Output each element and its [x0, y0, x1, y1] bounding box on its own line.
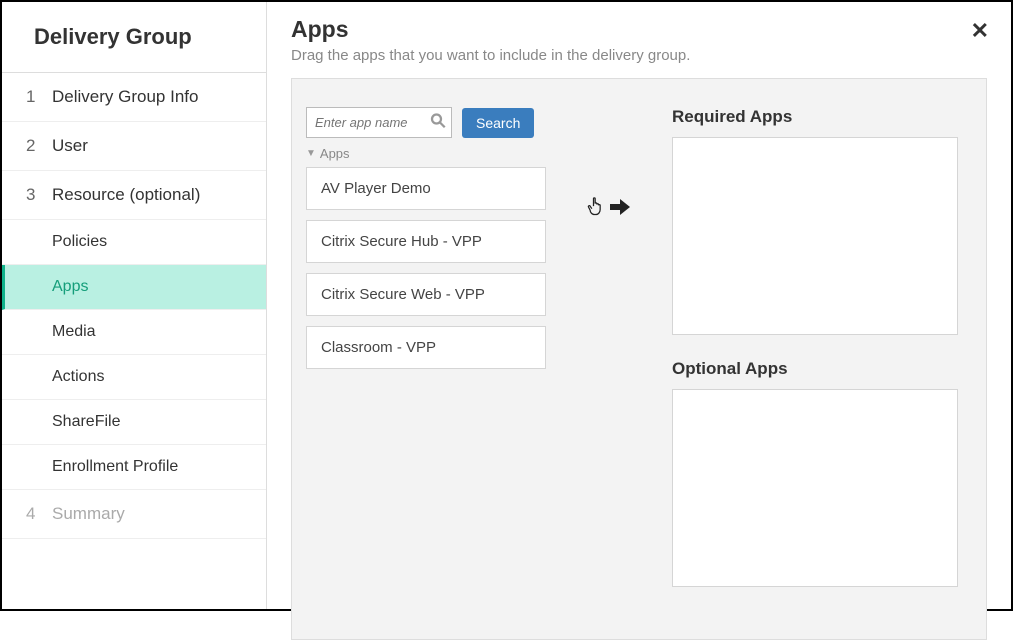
sidebar-step-delivery-group-info[interactable]: 1 Delivery Group Info — [2, 73, 266, 122]
target-apps-col: Required Apps Optional Apps — [672, 107, 958, 611]
drag-indicator-col — [584, 107, 634, 611]
page-subtitle: Drag the apps that you want to include i… — [291, 47, 987, 64]
main-panel: ✕ Apps Drag the apps that you want to in… — [267, 2, 1011, 609]
search-button[interactable]: Search — [462, 108, 534, 138]
optional-apps-title: Optional Apps — [672, 359, 958, 379]
optional-apps-dropzone[interactable] — [672, 389, 958, 587]
step-label: Summary — [52, 504, 125, 524]
arrow-right-icon — [608, 198, 632, 216]
close-button[interactable]: ✕ — [971, 20, 989, 42]
app-item[interactable]: Classroom - VPP — [306, 326, 546, 369]
sidebar-title: Delivery Group — [2, 2, 266, 73]
step-number: 1 — [26, 87, 42, 107]
sidebar-item-policies[interactable]: Policies — [2, 220, 266, 265]
search-row: Search — [306, 107, 546, 138]
required-apps-dropzone[interactable] — [672, 137, 958, 335]
step-label: Delivery Group Info — [52, 87, 198, 107]
sidebar-step-user[interactable]: 2 User — [2, 122, 266, 171]
step-label: User — [52, 136, 88, 156]
step-number: 4 — [26, 504, 42, 524]
step-label: Resource (optional) — [52, 185, 200, 205]
required-apps-title: Required Apps — [672, 107, 958, 127]
sidebar-step-resource[interactable]: 3 Resource (optional) — [2, 171, 266, 220]
drag-indicator — [586, 195, 632, 219]
search-input-wrap — [306, 107, 452, 138]
sidebar-item-media[interactable]: Media — [2, 310, 266, 355]
app-item[interactable]: Citrix Secure Web - VPP — [306, 273, 546, 316]
chevron-down-icon: ▼ — [306, 148, 316, 159]
page-title: Apps — [291, 16, 987, 43]
app-item[interactable]: AV Player Demo — [306, 167, 546, 210]
sidebar: Delivery Group 1 Delivery Group Info 2 U… — [2, 2, 267, 609]
apps-header-label: Apps — [320, 146, 350, 161]
sidebar-step-summary[interactable]: 4 Summary — [2, 490, 266, 539]
pointer-icon — [586, 195, 606, 219]
apps-list-header[interactable]: ▼ Apps — [306, 146, 546, 161]
apps-panel: Search ▼ Apps AV Player Demo Citrix Secu… — [291, 78, 987, 640]
sidebar-item-sharefile[interactable]: ShareFile — [2, 400, 266, 445]
sidebar-item-enrollment-profile[interactable]: Enrollment Profile — [2, 445, 266, 490]
sidebar-item-apps[interactable]: Apps — [2, 265, 266, 310]
sidebar-item-actions[interactable]: Actions — [2, 355, 266, 400]
step-number: 2 — [26, 136, 42, 156]
available-apps-col: Search ▼ Apps AV Player Demo Citrix Secu… — [306, 107, 546, 611]
search-icon — [429, 111, 447, 134]
step-number: 3 — [26, 185, 42, 205]
app-item[interactable]: Citrix Secure Hub - VPP — [306, 220, 546, 263]
